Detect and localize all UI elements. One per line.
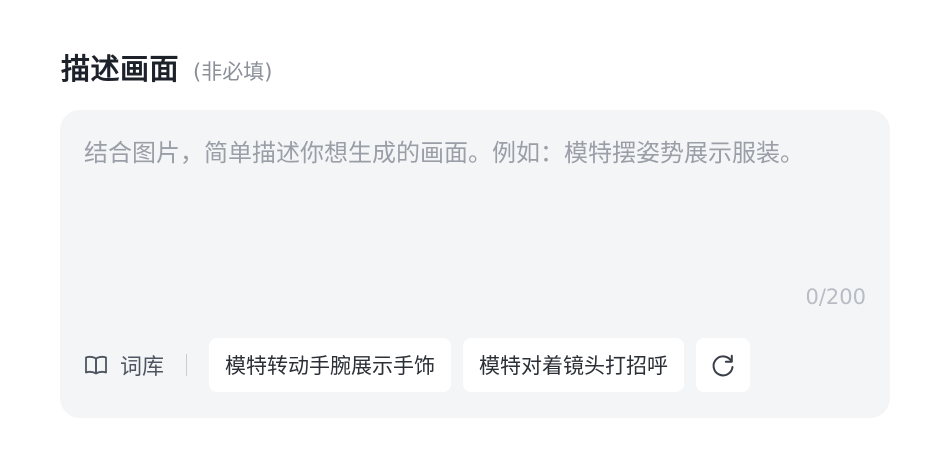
toolbar-divider	[186, 354, 188, 376]
optional-hint: (非必填)	[193, 60, 273, 84]
lexicon-label: 词库	[120, 355, 165, 380]
suggestion-chip[interactable]: 模特对着镜头打招呼	[463, 338, 685, 392]
book-icon	[85, 355, 107, 375]
suggestion-chip[interactable]: 模特转动手腕展示手饰	[209, 338, 452, 392]
refresh-suggestions-button[interactable]	[696, 338, 751, 392]
prompt-input[interactable]	[84, 136, 866, 306]
char-counter: 0/200	[805, 285, 866, 309]
prompt-card: 0/200 词库 模特转动手腕展示手饰 模特对着镜头打招呼	[60, 110, 890, 418]
lexicon-button[interactable]: 词库	[84, 349, 164, 381]
section-title: 描述画面	[61, 52, 180, 86]
refresh-icon	[712, 354, 734, 377]
section-header: 描述画面 (非必填)	[61, 46, 272, 88]
prompt-toolbar: 词库 模特转动手腕展示手饰 模特对着镜头打招呼	[84, 338, 751, 392]
